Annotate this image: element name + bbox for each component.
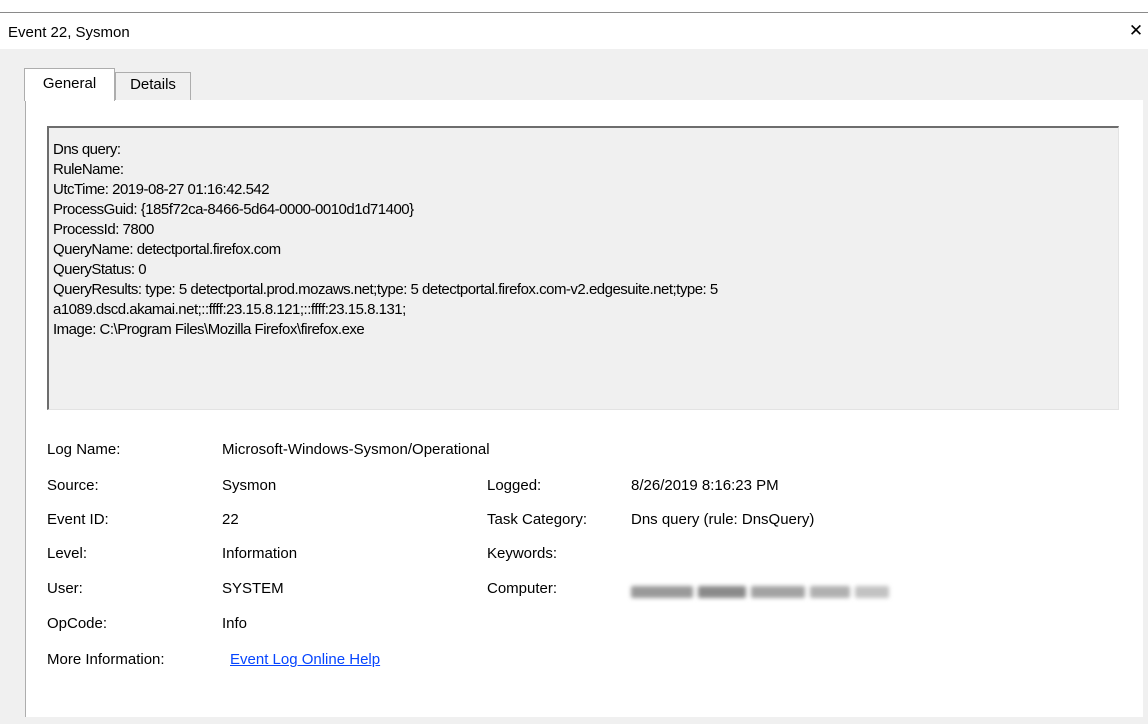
logged-label: Logged:: [487, 477, 542, 494]
dialog-bottom-edge: [0, 717, 1148, 724]
tab-details[interactable]: Details: [115, 72, 191, 100]
description-line: QueryStatus: 0: [53, 261, 147, 278]
log-name-value: Microsoft-Windows-Sysmon/Operational: [222, 441, 490, 458]
event-id-label: Event ID:: [47, 511, 109, 528]
source-label: Source:: [47, 477, 99, 494]
close-icon[interactable]: ✕: [1126, 20, 1146, 42]
level-value: Information: [222, 545, 298, 562]
level-label: Level:: [47, 545, 88, 562]
description-line: Image: C:\Program Files\Mozilla Firefox\…: [53, 321, 365, 338]
window-top-rule: [0, 12, 1148, 13]
description-line: ProcessId: 7800: [53, 221, 154, 238]
event-properties-window: Event 22, Sysmon ✕ General Details Dns q…: [0, 0, 1148, 724]
description-line: QueryResults: type: 5 detectportal.prod.…: [53, 281, 718, 298]
description-line: a1089.dscd.akamai.net;::ffff:23.15.8.121…: [53, 301, 406, 318]
log-name-label: Log Name:: [47, 441, 121, 458]
opcode-label: OpCode:: [47, 615, 108, 632]
logged-value: 8/26/2019 8:16:23 PM: [631, 477, 779, 494]
task-category-label: Task Category:: [487, 511, 588, 528]
tab-general[interactable]: General: [24, 68, 115, 101]
description-line: UtcTime: 2019-08-27 01:16:42.542: [53, 181, 270, 198]
more-information-label: More Information:: [47, 651, 165, 668]
description-line: QueryName: detectportal.firefox.com: [53, 241, 281, 258]
computer-label: Computer:: [487, 580, 558, 597]
user-label: User:: [47, 580, 83, 597]
event-description-text: Dns query: RuleName: UtcTime: 2019-08-27…: [53, 140, 1113, 340]
description-line: ProcessGuid: {185f72ca-8466-5d64-0000-00…: [53, 201, 414, 218]
computer-value-redacted: [631, 583, 921, 598]
source-value: Sysmon: [222, 477, 277, 494]
event-description-box[interactable]: Dns query: RuleName: UtcTime: 2019-08-27…: [47, 126, 1119, 410]
description-line: RuleName:: [53, 161, 124, 178]
keywords-label: Keywords:: [487, 545, 558, 562]
description-line: Dns query:: [53, 141, 121, 158]
event-log-online-help-link[interactable]: Event Log Online Help: [230, 650, 380, 670]
window-title: Event 22, Sysmon: [8, 24, 130, 41]
event-id-value: 22: [222, 511, 239, 528]
opcode-value: Info: [222, 615, 248, 632]
user-value: SYSTEM: [222, 580, 284, 597]
task-category-value: Dns query (rule: DnsQuery): [631, 511, 815, 528]
